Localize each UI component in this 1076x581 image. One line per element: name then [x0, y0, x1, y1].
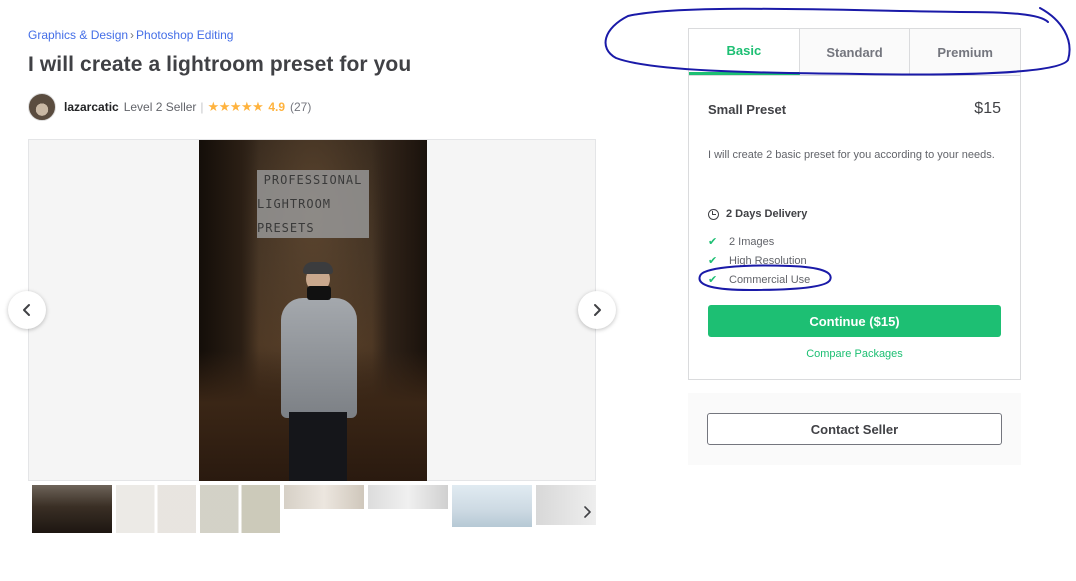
divider: | — [200, 100, 204, 114]
seller-level: Level 2 Seller — [123, 100, 197, 114]
chevron-right-icon — [594, 304, 601, 316]
check-icon: ✔ — [708, 255, 718, 267]
tab-premium[interactable]: Premium — [910, 29, 1021, 75]
breadcrumb-subcategory-link[interactable]: Photoshop Editing — [136, 28, 233, 42]
chevron-left-icon — [23, 304, 30, 316]
seller-overview: lazarcatic Level 2 Seller | ★★★★★ 4.9 (2… — [28, 93, 311, 121]
breadcrumb-category-link[interactable]: Graphics & Design — [28, 28, 128, 42]
gallery-prev-button[interactable] — [8, 291, 46, 329]
thumbnail-1[interactable] — [32, 485, 112, 533]
feature-item: ✔ Commercial Use — [708, 273, 811, 287]
thumbnail-strip — [32, 485, 596, 533]
feature-item: ✔ 2 Images — [708, 235, 775, 249]
thumbnail-5[interactable] — [368, 485, 448, 509]
seller-avatar[interactable] — [28, 93, 56, 121]
overlay-line-1: PROFESSIONAL — [263, 173, 363, 187]
feature-label: 2 Images — [729, 235, 775, 248]
review-count[interactable]: (27) — [290, 100, 311, 114]
package-tabs: Basic Standard Premium — [688, 28, 1021, 76]
photographer-figure — [281, 298, 357, 418]
star-rating-icons: ★★★★★ — [207, 99, 264, 114]
gallery-main-image[interactable]: PROFESSIONAL LIGHTROOM PRESETS — [199, 140, 427, 481]
clock-icon — [708, 208, 719, 220]
chevron-right-icon — [584, 506, 591, 518]
feature-item: ✔ High Resolution — [708, 254, 807, 268]
thumbnail-6[interactable] — [452, 485, 532, 527]
compare-packages-link[interactable]: Compare Packages — [708, 348, 1001, 360]
thumbnails-next-button[interactable] — [582, 505, 592, 521]
image-overlay-caption: PROFESSIONAL LIGHTROOM PRESETS — [257, 170, 369, 238]
thumbnail-4[interactable] — [284, 485, 364, 509]
breadcrumb: Graphics & Design › Photoshop Editing — [28, 28, 233, 42]
package-name: Small Preset — [708, 102, 787, 117]
feature-label: Commercial Use — [729, 273, 811, 286]
check-icon: ✔ — [708, 274, 718, 286]
feature-label: High Resolution — [729, 254, 807, 267]
delivery-time: 2 Days Delivery — [708, 208, 807, 220]
gallery-next-button[interactable] — [578, 291, 616, 329]
rating-score: 4.9 — [268, 100, 286, 114]
seller-username[interactable]: lazarcatic — [64, 100, 119, 114]
camera-icon — [307, 286, 331, 300]
tab-basic[interactable]: Basic — [689, 29, 800, 75]
gig-title: I will create a lightroom preset for you — [28, 53, 412, 76]
thumbnail-2[interactable] — [116, 485, 196, 533]
photographer-cap — [303, 262, 333, 274]
delivery-label: 2 Days Delivery — [726, 208, 808, 220]
tab-standard[interactable]: Standard — [799, 29, 911, 75]
package-description: I will create 2 basic preset for you acc… — [708, 149, 995, 161]
contact-seller-button[interactable]: Contact Seller — [707, 413, 1002, 445]
package-price: $15 — [974, 100, 1001, 117]
check-icon: ✔ — [708, 236, 718, 248]
photographer-legs — [289, 412, 347, 481]
overlay-line-2: LIGHTROOM PRESETS — [257, 197, 332, 235]
continue-button[interactable]: Continue ($15) — [708, 305, 1001, 337]
breadcrumb-separator: › — [130, 28, 135, 42]
thumbnail-3[interactable] — [200, 485, 280, 533]
